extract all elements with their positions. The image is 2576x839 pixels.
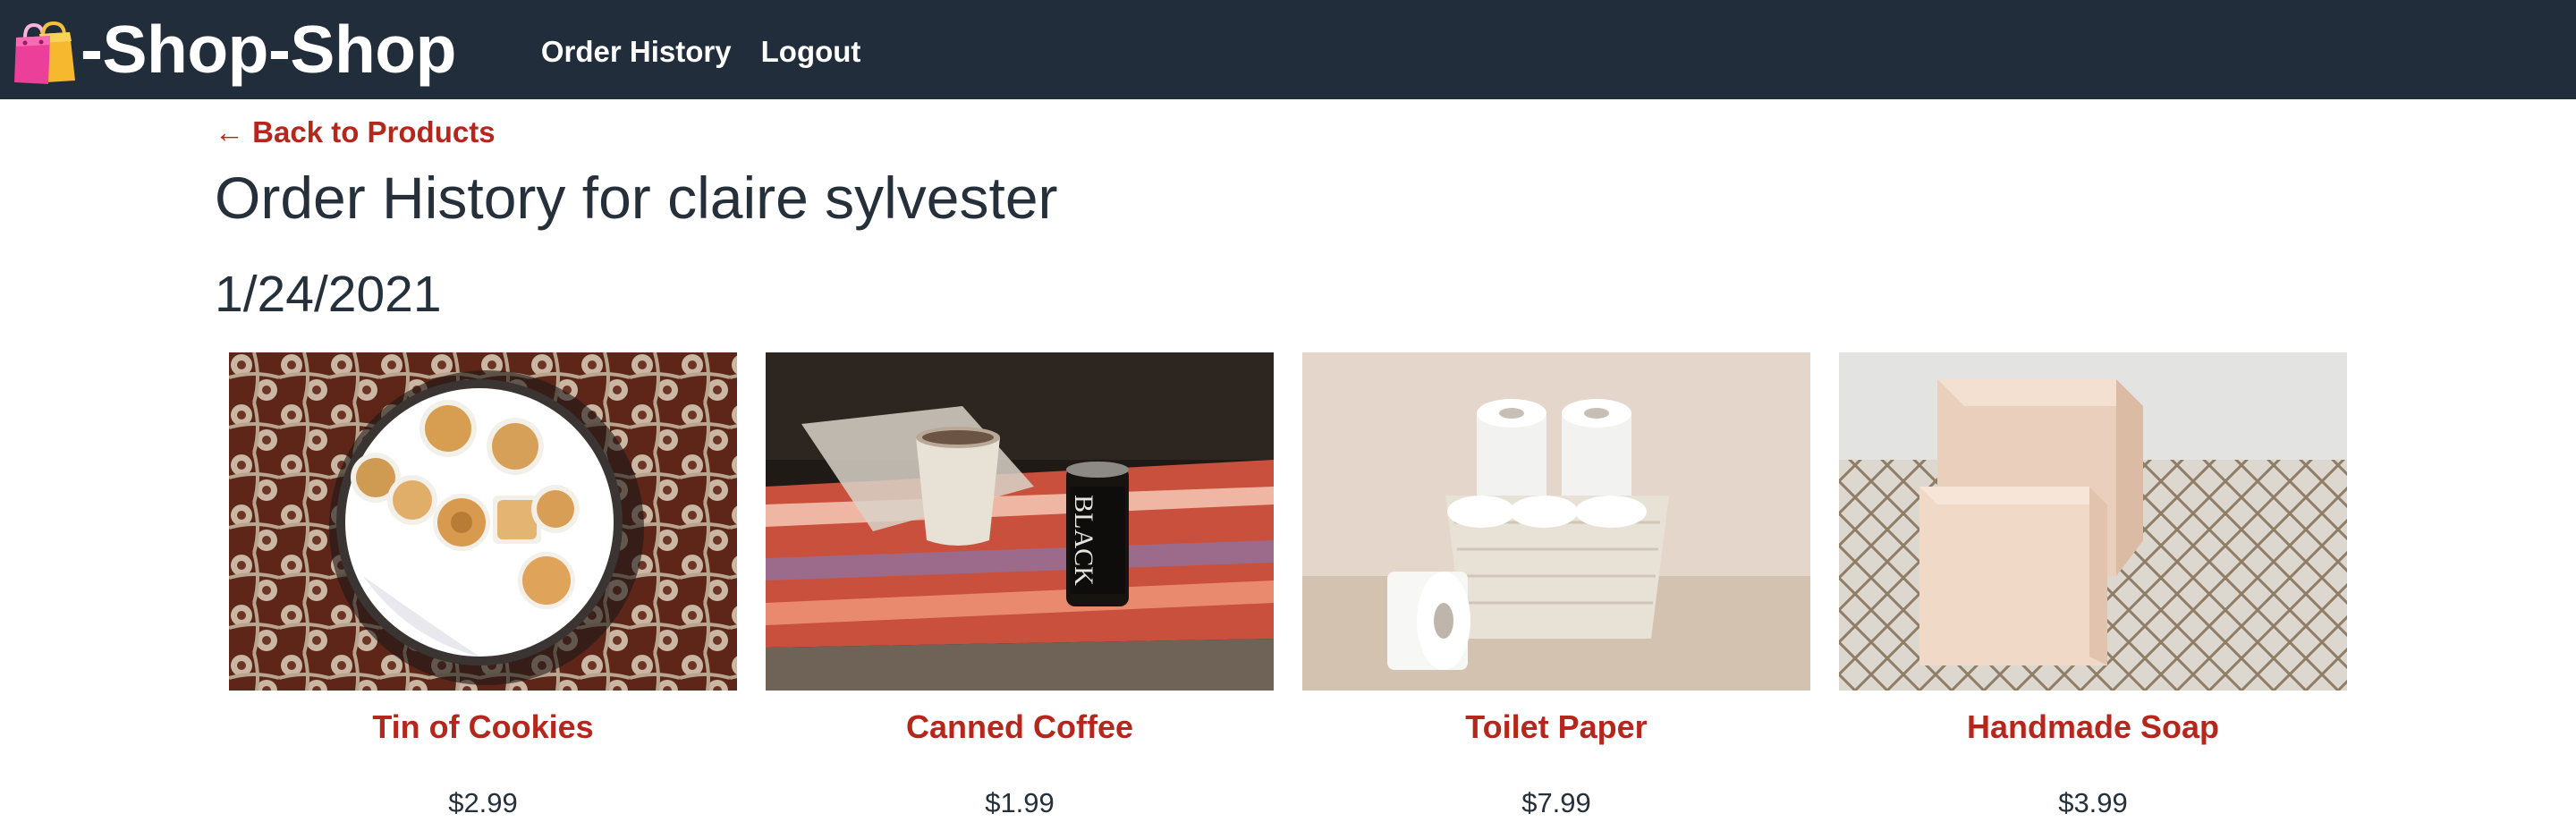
order-date: 1/24/2021 xyxy=(215,266,442,323)
cookies-tin-photo[interactable] xyxy=(229,352,737,691)
order-items-list: Tin of Cookies $2.99 BLACK Canned Coffee… xyxy=(215,352,2361,835)
product-price: $1.99 xyxy=(985,787,1055,818)
handmade-soap-photo[interactable] xyxy=(1839,352,2347,691)
back-to-products-link[interactable]: ← Back to Products xyxy=(215,115,496,149)
navbar: -Shop-Shop Order History Logout xyxy=(0,0,2576,99)
svg-text:BLACK: BLACK xyxy=(1069,495,1098,586)
product-price: $7.99 xyxy=(1521,787,1591,818)
nav-logout-link[interactable]: Logout xyxy=(761,35,861,69)
product-name[interactable]: Tin of Cookies xyxy=(229,708,737,746)
page-title: Order History for claire sylvester xyxy=(215,165,1058,231)
brand-link[interactable]: -Shop-Shop xyxy=(13,16,456,84)
product-name[interactable]: Canned Coffee xyxy=(766,708,1274,746)
shopping-bags-icon xyxy=(14,21,75,84)
canned-coffee-photo[interactable]: BLACK xyxy=(766,352,1274,691)
product-name[interactable]: Toilet Paper xyxy=(1302,708,1810,746)
product-card[interactable]: Handmade Soap $3.99 xyxy=(1839,352,2347,835)
product-name[interactable]: Handmade Soap xyxy=(1839,708,2347,746)
brand-title: -Shop-Shop xyxy=(80,12,456,87)
product-price: $2.99 xyxy=(448,787,518,818)
nav-links: Order History Logout xyxy=(541,35,891,69)
product-price: $3.99 xyxy=(2058,787,2128,818)
product-card[interactable]: Tin of Cookies $2.99 xyxy=(229,352,737,835)
product-card[interactable]: Toilet Paper $7.99 xyxy=(1302,352,1810,835)
toilet-paper-photo[interactable] xyxy=(1302,352,1810,691)
product-card[interactable]: BLACK Canned Coffee $1.99 xyxy=(766,352,1274,835)
nav-order-history-link[interactable]: Order History xyxy=(541,35,732,69)
